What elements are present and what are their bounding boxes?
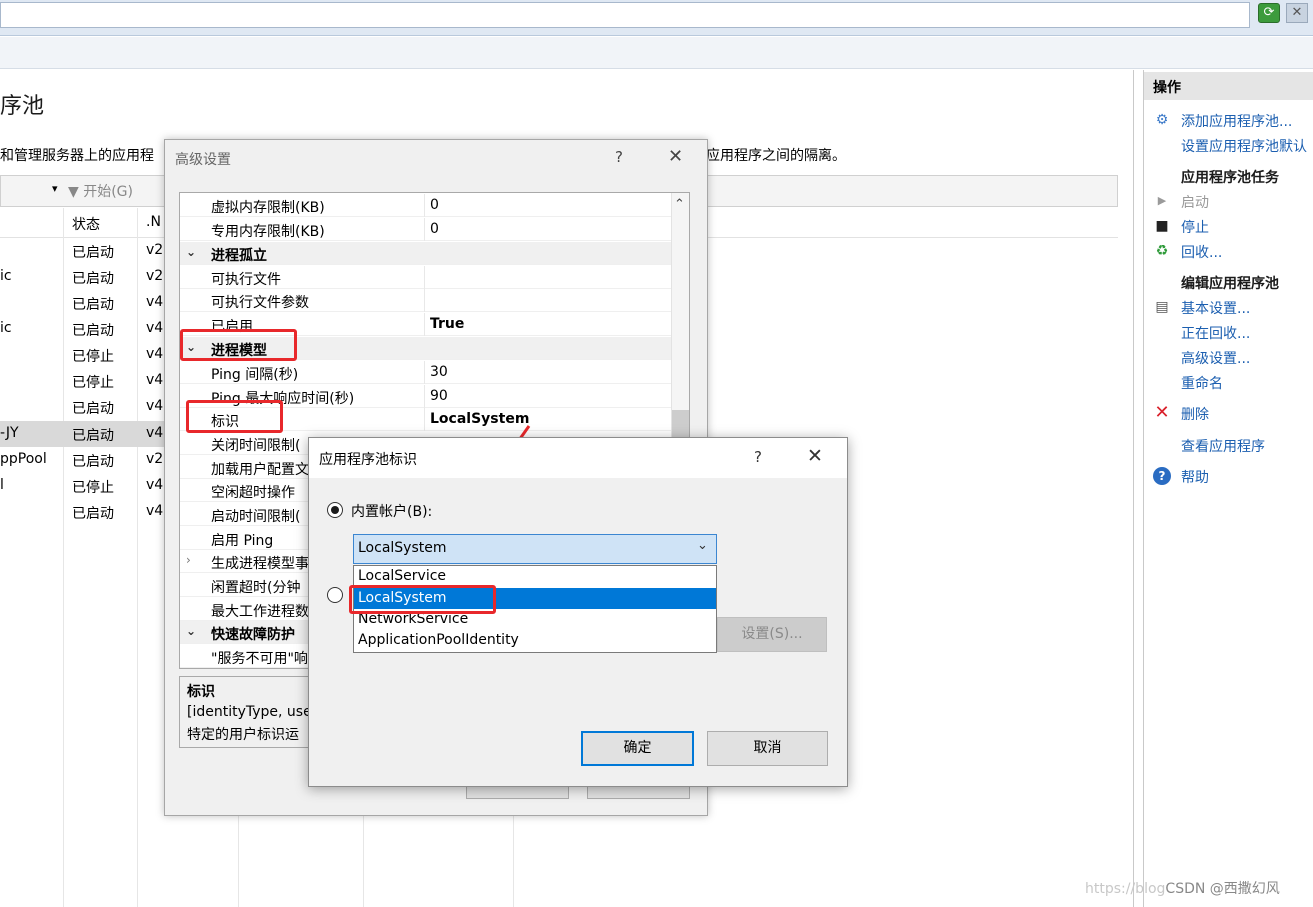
recycle-link[interactable]: 回收... [1181,242,1222,262]
highlight-identity [186,400,283,433]
help-icon: ? [1153,467,1171,485]
view-apps-link[interactable]: 查看应用程序 [1181,436,1265,456]
actions-title: 操作 [1153,80,1181,96]
filter-start-button[interactable]: ▼ 开始(G) [68,181,133,201]
stop-square-icon: ■ [1155,218,1169,234]
pool-tasks-header: 应用程序池任务 [1181,170,1279,186]
add-pool-icon: ⚙ [1155,112,1169,128]
ok-button[interactable]: 确定 [581,731,694,766]
chevron-up-icon[interactable]: ⌃ [674,197,685,212]
stop-link[interactable]: 停止 [1181,217,1209,237]
builtin-account-label: 内置帐户(B): [351,504,433,520]
basic-settings-icon: ▤ [1155,299,1169,315]
edit-pool-header: 编辑应用程序池 [1181,276,1279,292]
identity-dialog-title: 应用程序池标识 [319,452,417,468]
column-divider [238,810,239,907]
account-option-apppoolidentity[interactable]: ApplicationPoolIdentity [354,630,716,651]
table-row-selected[interactable]: -JY 已启动 v4 [0,421,165,447]
watermark: https://blogCSDN @西撒幻风 [1085,881,1280,897]
close-icon[interactable]: ✕ [668,146,683,167]
table-row[interactable]: ic 已启动 v2 [0,264,165,290]
description-text: 特定的用户标识运 [187,727,299,743]
property-row[interactable]: 虚拟内存限制(KB) 0 [180,194,671,217]
chevron-down-icon: ⌄ [186,624,197,638]
highlight-process-model [180,329,297,361]
table-row[interactable]: ic 已启动 v4 [0,316,165,342]
table-row[interactable]: 已启动 v4 [0,394,165,420]
page-description: 和管理服务器上的应用程 [0,148,154,164]
stop-icon[interactable]: ✕ [1286,3,1308,23]
address-input[interactable] [0,2,1250,28]
property-row[interactable]: 可执行文件参数 [180,289,671,312]
column-header-net[interactable]: .N [146,214,161,230]
settings-button[interactable]: 设置(S)... [717,617,827,652]
basic-settings-link[interactable]: 基本设置... [1181,298,1250,318]
table-row[interactable]: 已启动 v2 [0,238,165,264]
cancel-button[interactable]: 取消 [707,731,828,766]
advanced-settings-link[interactable]: 高级设置... [1181,348,1250,368]
custom-account-radio[interactable] [327,587,343,603]
description-title: 标识 [187,684,215,700]
highlight-localsystem [349,585,496,614]
rename-link[interactable]: 重命名 [1181,373,1223,393]
property-row[interactable]: Ping 间隔(秒) 30 [180,361,671,384]
chevron-right-icon: › [186,553,191,567]
help-link[interactable]: 帮助 [1181,467,1209,487]
column-header-status[interactable]: 状态 [72,214,100,234]
delete-icon: ✕ [1154,402,1170,423]
table-row[interactable]: 已启动 v4 [0,499,165,525]
property-row[interactable]: 可执行文件 [180,266,671,289]
help-icon[interactable]: ? [615,148,623,166]
account-option-localservice[interactable]: LocalService [354,566,716,587]
filter-dropdown-icon[interactable]: ▾ [52,182,58,195]
table-row[interactable]: ppPool 已启动 v2 [0,447,165,473]
refresh-icon[interactable]: ⟳ [1258,3,1280,23]
table-row[interactable]: l 已停止 v4 [0,473,165,499]
delete-link[interactable]: 删除 [1181,404,1209,424]
builtin-account-selected-value: LocalSystem [358,540,447,556]
chevron-down-icon: ⌄ [186,245,197,259]
chevron-down-icon[interactable]: ⌄ [697,538,708,553]
play-icon: ▶ [1157,194,1167,207]
page-title: 序池 [0,94,45,119]
recycling-link[interactable]: 正在回收... [1181,323,1250,343]
close-icon[interactable]: ✕ [807,445,823,467]
description-text: [identityType, use [187,704,312,720]
toolbar [0,37,1313,69]
table-row[interactable]: 已启动 v4 [0,290,165,316]
recycle-icon: ♻ [1155,243,1169,259]
property-category[interactable]: ⌄ 进程孤立 [180,242,671,265]
table-row[interactable]: 已停止 v4 [0,368,165,394]
set-defaults-link[interactable]: 设置应用程序池默认 [1181,136,1307,156]
table-row[interactable]: 已停止 v4 [0,342,165,368]
property-row[interactable]: 专用内存限制(KB) 0 [180,218,671,241]
advanced-dialog-title: 高级设置 [175,152,231,168]
help-icon[interactable]: ? [754,448,762,466]
page-description-tail: 应用程序之间的隔离。 [706,148,846,164]
start-link[interactable]: 启动 [1181,192,1209,212]
add-pool-link[interactable]: 添加应用程序池... [1181,111,1292,131]
builtin-account-radio[interactable] [327,502,343,518]
